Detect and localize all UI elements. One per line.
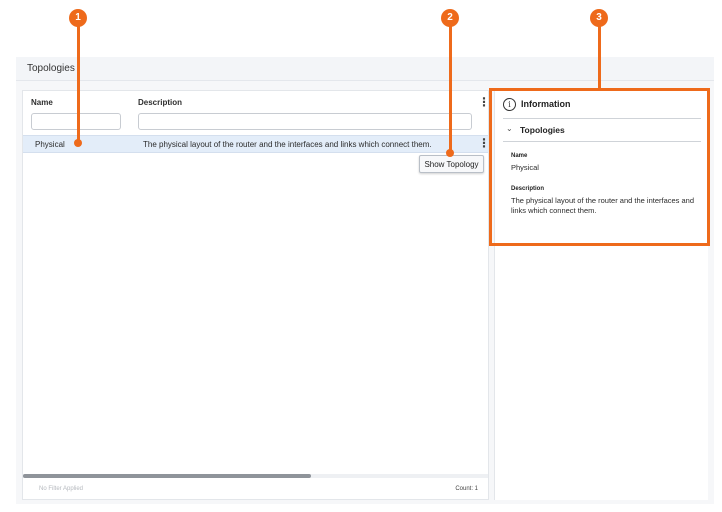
grid-footer: No Filter Applied Count: 1 [23, 479, 488, 499]
topologies-grid: Name Description ⋮ Physical The physical… [22, 90, 490, 500]
scrollbar-thumb[interactable] [23, 474, 311, 478]
callout-line-1 [77, 26, 80, 143]
row-name-cell: Physical [35, 140, 65, 149]
column-menu-icon[interactable]: ⋮ [478, 95, 490, 111]
row-menu-icon[interactable]: ⋮ [478, 137, 490, 152]
name-filter-input[interactable] [31, 113, 121, 130]
callout-line-2 [449, 26, 452, 153]
callout-dot-2 [446, 149, 454, 157]
callout-badge-1: 1 [69, 9, 87, 27]
filter-status: No Filter Applied [39, 486, 84, 492]
table-row[interactable]: Physical The physical layout of the rout… [23, 135, 490, 153]
callout-line-3 [598, 26, 601, 89]
column-header-description[interactable]: Description [138, 98, 182, 107]
row-count: Count: 1 [455, 486, 478, 492]
page-header: Topologies [16, 57, 714, 81]
callout-badge-3: 3 [590, 9, 608, 27]
callout-dot-1 [74, 139, 82, 147]
show-topology-button[interactable]: Show Topology [419, 155, 484, 173]
callout-badge-2: 2 [441, 9, 459, 27]
row-description-cell: The physical layout of the router and th… [143, 140, 432, 149]
description-filter-input[interactable] [138, 113, 472, 130]
column-header-name[interactable]: Name [31, 98, 53, 107]
page-title: Topologies [27, 63, 75, 74]
info-panel-highlight [489, 88, 710, 246]
horizontal-scrollbar[interactable] [23, 474, 488, 478]
